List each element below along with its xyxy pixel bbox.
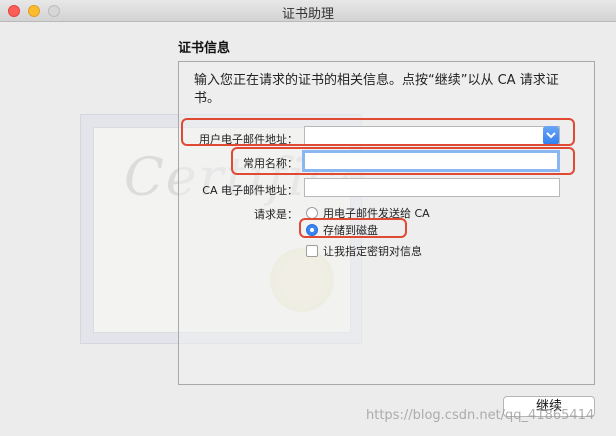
checkbox[interactable] — [306, 245, 318, 257]
highlight-box-save-to-disk — [299, 218, 407, 238]
custom-key-pair-label: 让我指定密钥对信息 — [323, 245, 422, 258]
title-bar: 证书助理 — [0, 0, 616, 22]
highlight-box-user-email — [181, 118, 575, 146]
certificate-assistant-window: 证书助理 Certifica 证书信息 输入您正在请求的证书的相关信息。点按“继… — [0, 0, 616, 436]
source-watermark: https://blog.csdn.net/qq_41865414 — [366, 408, 595, 423]
page-title: 证书信息 — [178, 41, 231, 56]
ca-email-field[interactable] — [304, 178, 560, 197]
custom-key-pair-checkbox-row[interactable]: 让我指定密钥对信息 — [306, 243, 422, 259]
ca-email-label: CA 电子邮件地址： — [202, 184, 298, 197]
description-text: 输入您正在请求的证书的相关信息。点按“继续”以从 CA 请求证书。 — [194, 73, 559, 106]
window-title: 证书助理 — [281, 7, 334, 22]
request-type-label: 请求是： — [254, 208, 298, 221]
highlight-box-common-name — [231, 147, 575, 175]
